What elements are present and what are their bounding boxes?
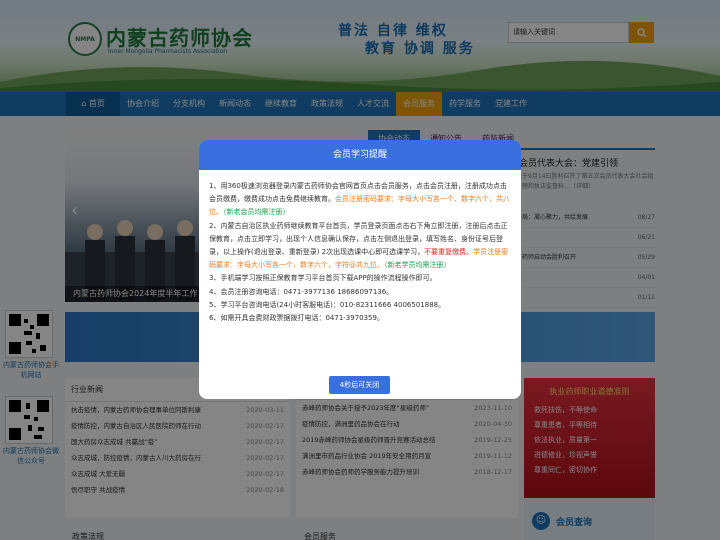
- dialog-body: 1、用360极速浏览器登录内蒙古药师协会官网首页点击会员服务，点击会员注册，注册…: [199, 170, 521, 325]
- instruction-6: 6、如需开具会费财政票据拨打电话：0471-3970359。: [209, 314, 384, 323]
- instruction-3: 3、手机端学习按照正保教育学习平台首页下载APP的操作流程操作即可。: [209, 274, 437, 283]
- instruction-2: 2、内蒙古自治区执业药师继续教育平台首页，学员登录页面点击右下角立即注册，注册后…: [209, 221, 509, 270]
- instruction-1: 1、用360极速浏览器登录内蒙古药师协会官网首页点击会员服务，点击会员注册，注册…: [209, 182, 510, 217]
- instruction-5: 5、学习平台咨询电话(24小时客服电话)：010-82311666 400650…: [209, 300, 446, 309]
- close-countdown-button[interactable]: 4秒后可关闭: [329, 376, 390, 394]
- dialog-title: 会员学习提醒: [199, 140, 521, 170]
- member-study-reminder-dialog: 会员学习提醒 1、用360极速浏览器登录内蒙古药师协会官网首页点击会员服务，点击…: [199, 140, 521, 399]
- instruction-4: 4、会员注册咨询电话：0471-3977136 18686097136。: [209, 287, 394, 296]
